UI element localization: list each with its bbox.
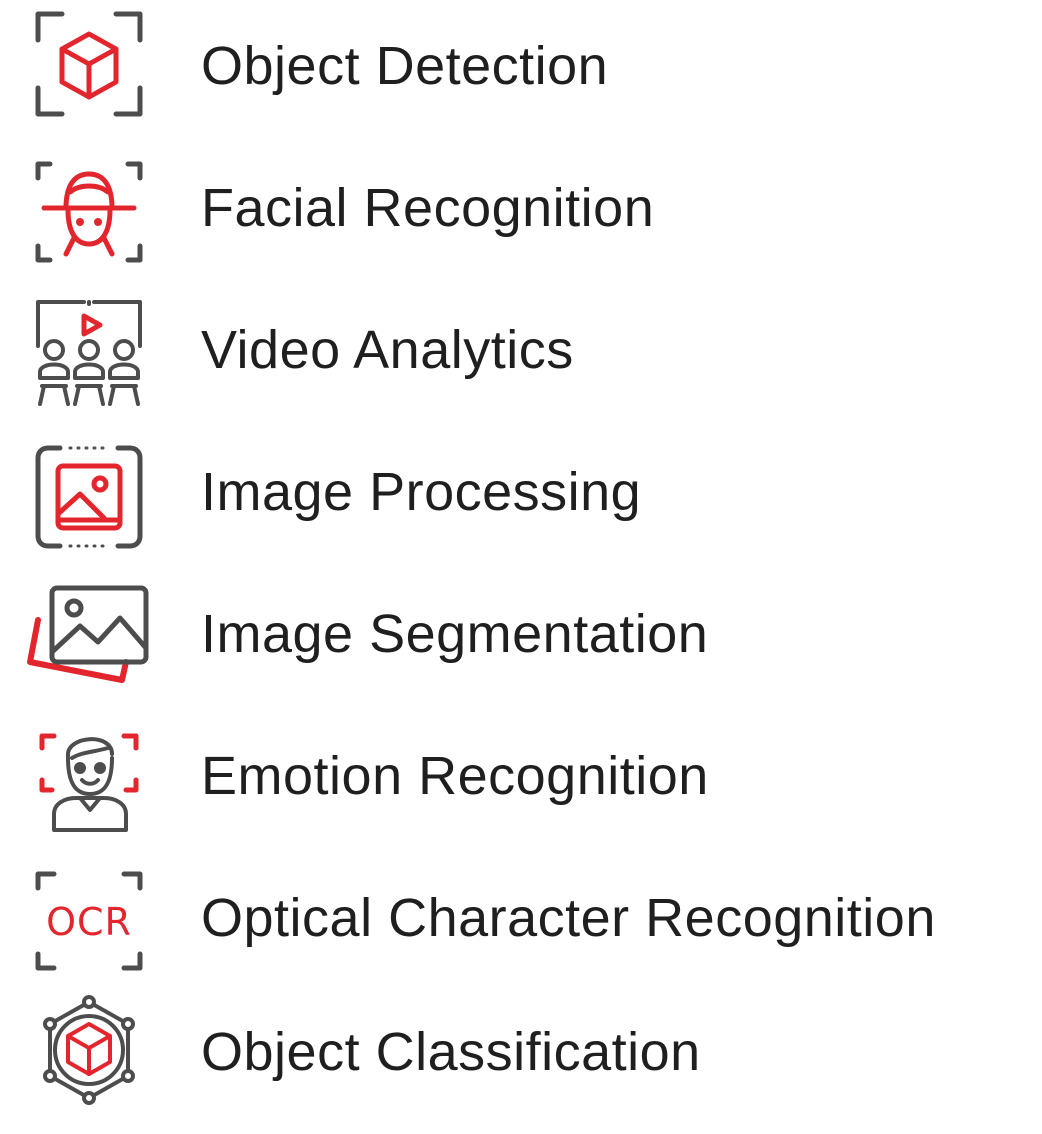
capability-list: Object Detection Facial Recognition Vide… — [0, 0, 1042, 1108]
ocr-scan-icon: OCR — [24, 862, 154, 984]
item-label: Object Classification — [201, 1022, 701, 1082]
item-label: Optical Character Recognition — [201, 888, 936, 948]
list-item: Object Classification — [0, 994, 1042, 1134]
cube-network-icon — [24, 994, 154, 1116]
ocr-glyphs: OCR — [46, 900, 132, 944]
item-label: Image Segmentation — [201, 604, 709, 664]
cube-scan-icon — [24, 6, 154, 128]
item-label: Object Detection — [201, 36, 609, 96]
item-label: Emotion Recognition — [201, 746, 709, 806]
list-item: Image Processing — [0, 426, 1042, 566]
image-frame-icon — [24, 436, 154, 558]
item-label: Video Analytics — [201, 320, 574, 380]
list-item: Video Analytics — [0, 284, 1042, 424]
smiling-person-scan-icon — [24, 718, 154, 840]
list-item: Emotion Recognition — [0, 710, 1042, 850]
item-label: Facial Recognition — [201, 178, 655, 238]
item-label: Image Processing — [201, 462, 642, 522]
list-item: Facial Recognition — [0, 142, 1042, 282]
face-scan-icon — [24, 150, 154, 272]
list-item: OCR Optical Character Recognition — [0, 852, 1042, 992]
list-item: Image Segmentation — [0, 568, 1042, 708]
video-audience-icon — [24, 294, 154, 416]
list-item: Object Detection — [0, 0, 1042, 140]
image-stack-icon — [24, 578, 154, 700]
